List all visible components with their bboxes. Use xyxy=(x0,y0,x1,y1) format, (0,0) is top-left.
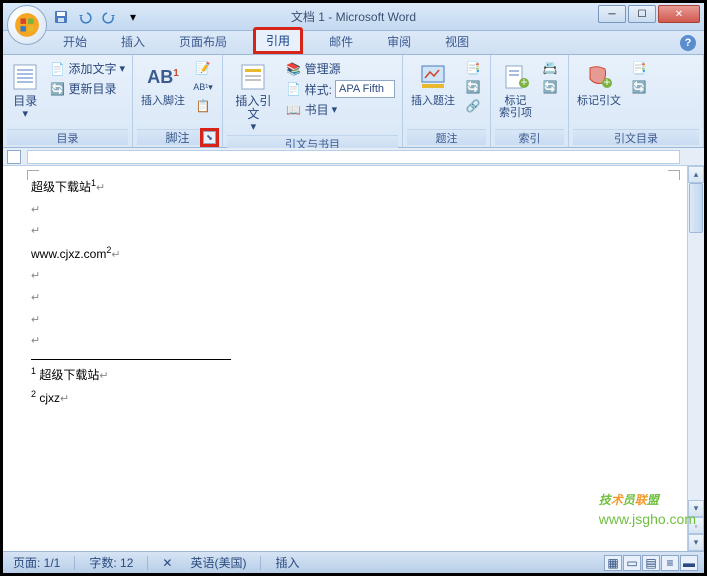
group-toc: 目录▾ 📄添加文字 ▾ 🔄更新目录 目录 xyxy=(3,55,133,147)
group-label-caption: 题注 xyxy=(407,129,486,145)
tab-review[interactable]: 审阅 xyxy=(379,29,419,54)
show-notes-button[interactable]: 📋 xyxy=(192,97,214,115)
redo-button[interactable] xyxy=(99,7,119,27)
insert-citation-button[interactable]: 插入引文▾ xyxy=(227,59,280,135)
qat-customize[interactable]: ▾ xyxy=(123,7,143,27)
tab-selector[interactable] xyxy=(7,150,21,164)
svg-text:+: + xyxy=(520,75,527,89)
footnote-separator xyxy=(31,359,231,360)
insert-tof-button[interactable]: 📑 xyxy=(462,59,484,77)
citation-style[interactable]: 📄样式: APA Fifth xyxy=(283,79,398,99)
view-draft[interactable]: ▬ xyxy=(680,555,698,571)
update-tof-button[interactable]: 🔄 xyxy=(462,78,484,96)
view-print[interactable]: ▦ xyxy=(604,555,622,571)
scroll-thumb[interactable] xyxy=(689,183,703,233)
undo-button[interactable] xyxy=(75,7,95,27)
group-index: + 标记 索引项 📇 🔄 索引 xyxy=(491,55,569,147)
footnote-2[interactable]: 2 cjxz↵ xyxy=(31,387,676,409)
margin-corner-tr xyxy=(668,170,680,180)
view-buttons: ▦ ▭ ▤ ≡ ▬ xyxy=(604,555,698,571)
footnote-1[interactable]: 1 超级下载站↵ xyxy=(31,364,676,386)
footnote-dialog-launcher[interactable]: ⬊ xyxy=(203,131,216,144)
tab-page-layout[interactable]: 页面布局 xyxy=(171,29,235,54)
status-insert-mode[interactable]: 插入 xyxy=(271,554,303,571)
scroll-up[interactable]: ▴ xyxy=(688,166,704,183)
vertical-scrollbar[interactable]: ▴ ▾ ◦ ▾ xyxy=(687,166,704,551)
group-label-toa: 引文目录 xyxy=(573,129,699,145)
status-page[interactable]: 页面: 1/1 xyxy=(9,554,64,571)
group-citation: 插入引文▾ 📚管理源 📄样式: APA Fifth 📖书目 ▾ 引文与书目 xyxy=(223,55,403,147)
update-toc-button[interactable]: 🔄更新目录 xyxy=(46,79,128,98)
margin-corner-tl xyxy=(27,170,39,180)
office-button[interactable] xyxy=(7,5,47,45)
group-footnote: AB1 插入脚注 📝 AB¹▾ 📋 脚注⬊ xyxy=(133,55,223,147)
status-proofing[interactable]: ✕ xyxy=(158,556,176,570)
update-index-button[interactable]: 🔄 xyxy=(539,78,561,96)
toc-button[interactable]: 目录▾ xyxy=(7,59,43,122)
tab-insert[interactable]: 插入 xyxy=(113,29,153,54)
insert-index-button[interactable]: 📇 xyxy=(539,59,561,77)
bibliography-button[interactable]: 📖书目 ▾ xyxy=(283,100,398,119)
insert-toa-button[interactable]: 📑 xyxy=(628,59,650,77)
mark-index-button[interactable]: + 标记 索引项 xyxy=(495,59,536,121)
statusbar: 页面: 1/1 字数: 12 ✕ 英语(美国) 插入 ▦ ▭ ▤ ≡ ▬ xyxy=(3,551,704,573)
add-text-button[interactable]: 📄添加文字 ▾ xyxy=(46,59,128,78)
view-outline[interactable]: ≡ xyxy=(661,555,679,571)
svg-text:+: + xyxy=(603,75,610,89)
insert-endnote-button[interactable]: 📝 xyxy=(192,59,214,77)
group-label-index: 索引 xyxy=(495,129,564,145)
minimize-button[interactable]: ─ xyxy=(598,5,626,23)
tab-mailings[interactable]: 邮件 xyxy=(321,29,361,54)
update-toa-button[interactable]: 🔄 xyxy=(628,78,650,96)
doc-line-2[interactable]: www.cjxz.com2↵ xyxy=(31,243,676,265)
document-content[interactable]: 超级下载站1↵ ↵ ↵ www.cjxz.com2↵ ↵ ↵ ↵ ↵ 1 超级下… xyxy=(3,166,704,421)
tab-home[interactable]: 开始 xyxy=(55,29,95,54)
mark-citation-button[interactable]: + 标记引文 xyxy=(573,59,625,109)
manage-sources-button[interactable]: 📚管理源 xyxy=(283,59,398,78)
next-footnote-button[interactable]: AB¹▾ xyxy=(192,78,214,96)
document-area[interactable]: 超级下载站1↵ ↵ ↵ www.cjxz.com2↵ ↵ ↵ ↵ ↵ 1 超级下… xyxy=(3,166,704,551)
tab-references[interactable]: 引用 xyxy=(253,27,303,54)
ruler-track[interactable] xyxy=(27,150,680,164)
view-reading[interactable]: ▭ xyxy=(623,555,641,571)
watermark: 技术员联盟 www.jsgho.com xyxy=(599,480,696,527)
ruler[interactable] xyxy=(3,148,704,166)
group-caption: 插入题注 📑 🔄 🔗 题注 xyxy=(403,55,491,147)
doc-line-1[interactable]: 超级下载站1↵ xyxy=(31,176,676,198)
group-label-toc: 目录 xyxy=(7,129,128,145)
insert-footnote-button[interactable]: AB1 插入脚注 xyxy=(137,59,189,109)
window-title: 文档 1 - Microsoft Word xyxy=(291,8,416,25)
close-button[interactable]: ✕ xyxy=(658,5,700,23)
status-words[interactable]: 字数: 12 xyxy=(85,554,137,571)
prev-page[interactable]: ◦ xyxy=(688,517,704,534)
save-button[interactable] xyxy=(51,7,71,27)
tab-view[interactable]: 视图 xyxy=(437,29,477,54)
view-web[interactable]: ▤ xyxy=(642,555,660,571)
cross-ref-button[interactable]: 🔗 xyxy=(462,97,484,115)
ribbon-tabs: 开始 插入 页面布局 引用 邮件 审阅 视图 ? xyxy=(3,31,704,55)
maximize-button[interactable]: ☐ xyxy=(628,5,656,23)
next-page[interactable]: ▾ xyxy=(688,534,704,551)
group-toa: + 标记引文 📑 🔄 引文目录 xyxy=(569,55,704,147)
help-icon[interactable]: ? xyxy=(680,35,696,51)
style-dropdown[interactable]: APA Fifth xyxy=(335,80,395,98)
titlebar: ▾ 文档 1 - Microsoft Word ─ ☐ ✕ xyxy=(3,3,704,31)
ribbon: 目录▾ 📄添加文字 ▾ 🔄更新目录 目录 AB1 插入脚注 📝 AB¹▾ 📋 xyxy=(3,55,704,148)
scroll-down[interactable]: ▾ xyxy=(688,500,704,517)
group-label-footnote: 脚注⬊ xyxy=(137,129,218,145)
insert-caption-button[interactable]: 插入题注 xyxy=(407,59,459,109)
status-language[interactable]: 英语(美国) xyxy=(186,554,250,571)
